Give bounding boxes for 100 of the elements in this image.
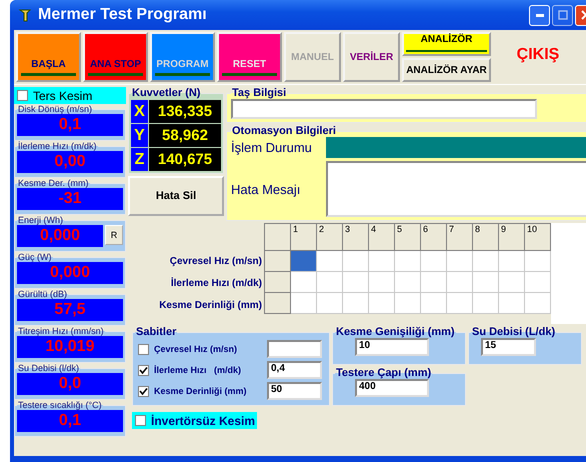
axis-label: Y [131,124,148,147]
energy-reset-button[interactable]: R [105,225,123,245]
inverterless-cut-checkbox[interactable]: İnvertörsüz Kesim [132,412,257,429]
app-logo-icon [18,7,32,23]
grid-cell[interactable] [498,250,524,272]
grid-cell[interactable] [316,272,342,292]
row-label: Kesme Derinliği (mm) [159,299,262,313]
reading-value: 57,5 [17,299,123,321]
force-value: 58,962 [149,124,221,147]
grid-cell[interactable] [394,272,420,292]
reading-label: Testere sıcaklığı (°C) [17,400,103,410]
grid-cell[interactable] [420,250,446,272]
panel-title: Sabitler [135,326,178,338]
analyzer-settings-button[interactable]: ANALİZÖR AYAR [402,58,491,82]
panel-title: Taş Bilgisi [231,87,288,99]
grid-cell[interactable] [368,272,394,292]
column-header: 10 [524,224,550,250]
grid-cell[interactable] [420,272,446,292]
minimize-button[interactable] [529,4,550,26]
reading-label: Titreşim Hızı (mm/sn) [17,326,105,336]
column-header: 8 [472,224,498,250]
constant-field[interactable]: 0,4 [267,361,322,379]
reading-label: Su Debisi (l/dk) [17,363,80,373]
column-header: 5 [394,224,420,250]
row-header[interactable] [264,250,290,272]
reading-label: İlerleme Hızı (m/dk) [17,141,98,151]
grid-cell[interactable] [316,250,342,272]
constant-label: Kesme Derinliği (mm) [154,386,248,396]
grid-cell[interactable] [472,250,498,272]
constant-label: Çevresel Hız (m/sn) [154,344,238,354]
checkbox[interactable] [17,90,28,101]
data-grid[interactable]: 1 2 3 4 5 6 7 8 9 10 [264,223,551,314]
panel-title: Su Debisi (L/dk) [471,326,556,338]
grid-cell[interactable] [342,272,368,292]
reading-label: Güç (W) [17,252,52,262]
grid-cell[interactable] [290,292,316,314]
reading-value: -31 [17,188,123,210]
grid-cell[interactable] [290,250,316,272]
grid-cell[interactable] [394,250,420,272]
column-header: 7 [446,224,472,250]
reading-value: 0,1 [17,114,123,136]
grid-cell[interactable] [498,292,524,314]
constant-field[interactable]: 50 [267,382,322,400]
forces-title: Kuvvetler (N) [131,87,202,99]
force-value: 136,335 [149,100,221,123]
checkbox[interactable] [138,364,149,376]
column-header: 6 [420,224,446,250]
stone-info-field[interactable] [231,99,537,119]
grid-cell[interactable] [420,292,446,314]
reading-value: 10,019 [17,336,123,358]
reading-label: Disk Dönüş (m/sn) [17,104,94,114]
cut-width-field[interactable]: 10 [355,338,429,356]
reading-value: 0,00 [17,151,123,173]
clear-error-button[interactable]: Hata Sil [128,176,224,216]
checkbox[interactable] [135,415,146,426]
toolbar-button[interactable]: BAŞLA [16,32,81,82]
row-header[interactable] [264,272,290,292]
grid-cell[interactable] [342,292,368,314]
grid-cell[interactable] [472,272,498,292]
panel-title: Kesme Genişiliği (mm) [335,326,456,338]
reading-value: 0,0 [17,373,123,395]
grid-corner [264,224,290,250]
grid-cell[interactable] [394,292,420,314]
checkbox[interactable] [138,386,149,396]
toolbar-button[interactable]: ANA STOP [83,32,148,82]
error-label: Hata Mesajı [231,182,302,196]
reading-label: Enerji (Wh) [17,215,64,225]
toolbar-button[interactable]: VERİLER [343,32,400,82]
grid-cell[interactable] [368,250,394,272]
grid-cell[interactable] [446,272,472,292]
maximize-button[interactable] [552,4,573,26]
reading-value: 0,000 [17,262,123,284]
axis-label: Z [131,148,148,171]
grid-cell[interactable] [342,250,368,272]
row-label: Çevresel Hız (m/sn) [170,255,262,269]
reverse-cut-checkbox[interactable]: Ters Kesim [14,87,126,104]
reading-value: 0,000 [17,225,103,247]
analyzer-button[interactable]: ANALİZÖR [402,32,491,56]
reading-label: Kesme Der. (mm) [17,178,90,188]
column-header: 3 [342,224,368,250]
grid-cell[interactable] [368,292,394,314]
grid-cell[interactable] [472,292,498,314]
status-label: İşlem Durumu [231,140,313,155]
grid-cell[interactable] [290,272,316,292]
constant-field[interactable] [267,340,322,358]
row-header[interactable] [264,292,290,314]
grid-cell[interactable] [316,292,342,314]
maximize-icon [558,10,568,20]
reading-value: 0,1 [17,410,123,432]
grid-cell[interactable] [446,250,472,272]
saw-diameter-field[interactable]: 400 [355,379,429,397]
column-header: 4 [368,224,394,250]
column-header: 1 [290,224,316,250]
checkbox[interactable] [138,344,149,354]
column-header: 2 [316,224,342,250]
row-label: İlerleme Hızı (m/dk) [170,276,262,291]
panel-title: Testere Çapı (mm) [335,367,432,379]
grid-cell[interactable] [498,272,524,292]
grid-cell[interactable] [446,292,472,314]
water-flow-field[interactable]: 15 [481,338,536,356]
